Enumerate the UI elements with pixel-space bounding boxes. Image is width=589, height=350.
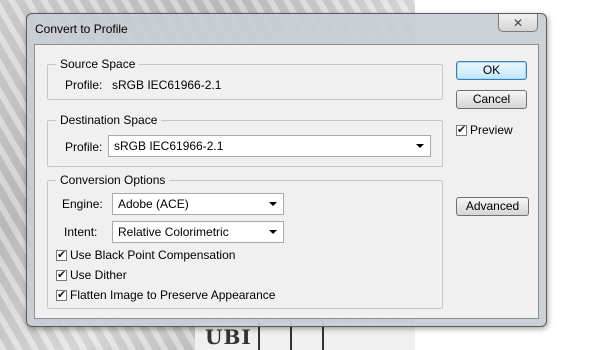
source-profile-value: sRGB IEC61966-2.1: [112, 78, 222, 92]
conversion-options-legend: Conversion Options: [56, 173, 170, 187]
chevron-down-icon: [269, 202, 277, 206]
preview-label: Preview: [470, 123, 513, 137]
engine-select[interactable]: Adobe (ACE): [112, 193, 284, 215]
checkbox-box[interactable]: ✔: [56, 268, 67, 281]
dialog-body: Source Space Profile: sRGB IEC61966-2.1 …: [34, 44, 539, 319]
checkbox-box[interactable]: ✔: [56, 288, 67, 301]
destination-space-group: Destination Space Profile: sRGB IEC61966…: [47, 113, 443, 167]
destination-profile-select[interactable]: sRGB IEC61966-2.1: [108, 135, 431, 157]
black-point-compensation-label: Use Black Point Compensation: [70, 248, 236, 262]
cancel-button[interactable]: Cancel: [456, 90, 527, 109]
destination-space-legend: Destination Space: [56, 113, 162, 127]
source-space-legend: Source Space: [56, 57, 140, 71]
close-button[interactable]: ✕: [498, 14, 538, 32]
preview-checkbox[interactable]: ✔ Preview: [456, 122, 513, 138]
advanced-button[interactable]: Advanced: [456, 197, 529, 216]
intent-label: Intent:: [64, 225, 98, 239]
background-logo: UBI: [205, 325, 252, 349]
checkmark-icon: ✔: [457, 123, 467, 136]
checkmark-icon: ✔: [57, 268, 67, 281]
intent-select[interactable]: Relative Colorimetric: [112, 221, 284, 243]
conversion-options-group: Conversion Options Engine: Adobe (ACE) I…: [47, 173, 443, 309]
black-point-compensation-checkbox[interactable]: ✔ Use Black Point Compensation: [56, 247, 235, 263]
checkbox-box[interactable]: ✔: [456, 123, 467, 136]
title-bar[interactable]: Convert to Profile ✕: [27, 14, 546, 44]
destination-profile-value: sRGB IEC61966-2.1: [114, 139, 224, 153]
close-icon: ✕: [512, 15, 524, 30]
dialog-title: Convert to Profile: [35, 22, 128, 36]
convert-to-profile-dialog: Convert to Profile ✕ Source Space Profil…: [26, 13, 547, 327]
engine-value: Adobe (ACE): [118, 197, 189, 211]
flatten-image-label: Flatten Image to Preserve Appearance: [70, 288, 276, 302]
ok-button[interactable]: OK: [456, 61, 527, 80]
chevron-down-icon: [416, 144, 424, 148]
source-profile-label: Profile:: [65, 78, 103, 92]
use-dither-checkbox[interactable]: ✔ Use Dither: [56, 267, 127, 283]
source-space-group: Source Space Profile: sRGB IEC61966-2.1: [47, 57, 443, 100]
checkmark-icon: ✔: [57, 288, 67, 301]
engine-label: Engine:: [62, 197, 103, 211]
flatten-image-checkbox[interactable]: ✔ Flatten Image to Preserve Appearance: [56, 287, 275, 303]
intent-value: Relative Colorimetric: [118, 225, 229, 239]
checkmark-icon: ✔: [57, 248, 67, 261]
chevron-down-icon: [269, 230, 277, 234]
checkbox-box[interactable]: ✔: [56, 248, 67, 261]
destination-profile-label: Profile:: [65, 140, 103, 154]
use-dither-label: Use Dither: [70, 268, 127, 282]
